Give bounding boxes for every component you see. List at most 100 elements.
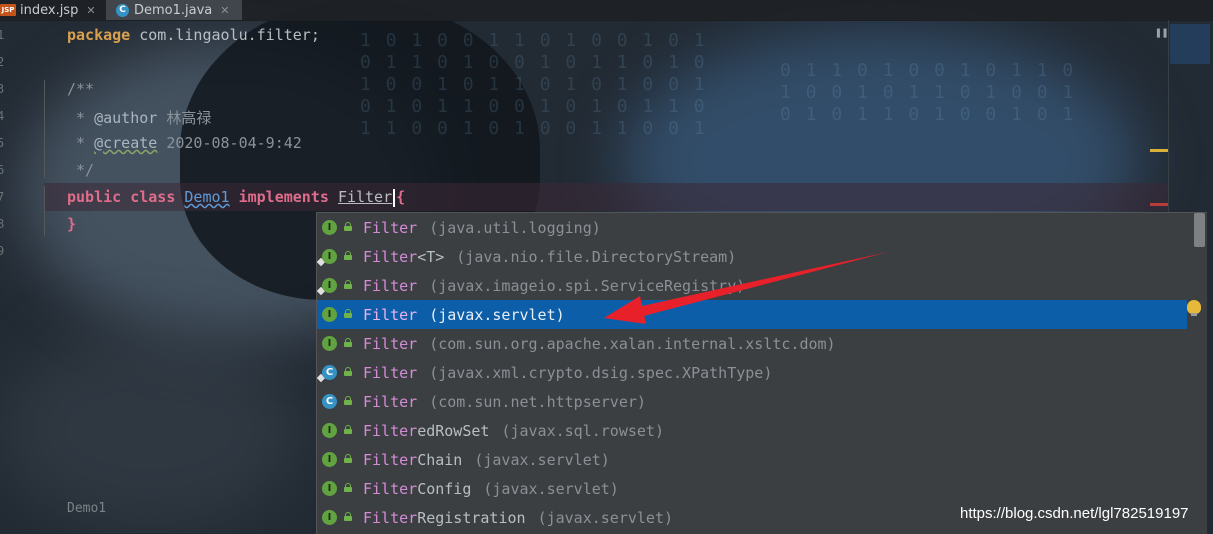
matched-text: Filter bbox=[363, 450, 418, 469]
package-hint: (javax.imageio.spi.ServiceRegistry) bbox=[429, 276, 746, 295]
matched-text: Filter bbox=[363, 421, 418, 440]
lock-icon bbox=[344, 338, 352, 347]
comment-prefix: * bbox=[67, 134, 95, 152]
completion-label: Filter (com.sun.net.httpserver) bbox=[363, 393, 646, 411]
lock-icon bbox=[344, 280, 352, 289]
package-hint: (javax.xml.crypto.dsig.spec.XPathType) bbox=[429, 363, 773, 382]
completion-item[interactable]: C Filter (com.sun.net.httpserver) bbox=[317, 387, 1187, 416]
matched-text: Filter bbox=[363, 479, 418, 498]
completion-label: FilterRegistration (javax.servlet) bbox=[363, 509, 673, 527]
package-hint: (javax.servlet) bbox=[537, 508, 674, 527]
minimap[interactable] bbox=[1170, 24, 1210, 64]
completion-item[interactable]: I FilterChain (javax.servlet) bbox=[317, 445, 1187, 474]
class-name: Demo1 bbox=[184, 188, 230, 206]
lock-icon bbox=[344, 425, 352, 434]
text-caret bbox=[393, 188, 396, 207]
matched-text: Filter bbox=[363, 508, 418, 527]
tab-label: Demo1.java bbox=[134, 2, 213, 18]
code-line-doc-open[interactable]: /** bbox=[67, 80, 94, 98]
interface-icon: I bbox=[322, 510, 337, 525]
code-line-package[interactable]: package com.lingaolu.filter; bbox=[67, 26, 320, 44]
interface-icon: I bbox=[322, 249, 337, 264]
line-number: 5 bbox=[0, 136, 5, 150]
code-line-doc-close[interactable]: */ bbox=[67, 161, 94, 179]
editor-tab-bar: JSP index.jsp ✕ C Demo1.java ✕ bbox=[0, 0, 1213, 21]
completion-item[interactable]: I Filter (javax.imageio.spi.ServiceRegist… bbox=[317, 271, 1187, 300]
completion-item[interactable]: I Filter<T> (java.nio.file.DirectoryStrea… bbox=[317, 242, 1187, 271]
java-class-icon: C bbox=[116, 3, 129, 17]
package-hint: (javax.servlet) bbox=[429, 305, 565, 324]
completion-scrollbar[interactable] bbox=[1194, 213, 1205, 247]
lock-icon bbox=[344, 483, 352, 492]
keyword: class bbox=[130, 188, 176, 206]
completion-item[interactable]: C Filter (javax.xml.crypto.dsig.spec.XPat… bbox=[317, 358, 1187, 387]
jsp-file-icon: JSP bbox=[0, 4, 16, 16]
create-value: 2020-08-04-9:42 bbox=[157, 134, 302, 152]
typed-text: Filter bbox=[337, 188, 393, 206]
completion-item[interactable]: I Filter (com.sun.org.apache.xalan.intern… bbox=[317, 329, 1187, 358]
line-number: 6 bbox=[0, 163, 5, 177]
rest-text: Registration bbox=[417, 508, 526, 527]
class-icon: C bbox=[322, 394, 337, 409]
completion-label: Filter (javax.xml.crypto.dsig.spec.XPathT… bbox=[363, 364, 772, 382]
line-number: 7 bbox=[0, 190, 5, 204]
keyword: implements bbox=[238, 188, 329, 206]
package-hint: (com.sun.org.apache.xalan.internal.xsltc… bbox=[429, 334, 836, 353]
completion-label: Filter<T> (java.nio.file.DirectoryStream) bbox=[363, 248, 736, 266]
completion-item[interactable]: I FilterConfig (javax.servlet) bbox=[317, 474, 1187, 503]
rest-text: Chain bbox=[417, 450, 463, 469]
matched-text: Filter bbox=[363, 218, 418, 237]
rest-text: edRowSet bbox=[417, 421, 490, 440]
lock-icon bbox=[344, 251, 352, 260]
breadcrumb[interactable]: Demo1 bbox=[67, 501, 106, 516]
tab-label: index.jsp bbox=[20, 2, 79, 18]
javadoc-tag: @create bbox=[94, 134, 158, 152]
pause-icon[interactable]: ❚❚ bbox=[1155, 26, 1168, 39]
lightbulb-icon[interactable] bbox=[1187, 300, 1201, 316]
line-number: 1 bbox=[0, 28, 5, 42]
interface-icon: I bbox=[322, 423, 337, 438]
close-icon[interactable]: ✕ bbox=[220, 4, 229, 17]
line-number: 8 bbox=[0, 217, 5, 231]
interface-icon: I bbox=[322, 278, 337, 293]
line-number: 3 bbox=[0, 82, 5, 96]
completion-label: FilterConfig (javax.servlet) bbox=[363, 480, 619, 498]
matched-text: Filter bbox=[363, 392, 418, 411]
javadoc-tag: @author bbox=[94, 109, 158, 127]
matched-text: Filter bbox=[363, 276, 418, 295]
code-line-create[interactable]: * @create 2020-08-04-9:42 bbox=[67, 134, 302, 152]
brace: { bbox=[396, 188, 406, 206]
code-line-class-decl[interactable]: public class Demo1 implements Filter{ bbox=[67, 188, 405, 207]
completion-item[interactable]: I FilteredRowSet (javax.sql.rowset) bbox=[317, 416, 1187, 445]
completion-item-selected[interactable]: I Filter (javax.servlet) bbox=[317, 300, 1187, 329]
error-marker[interactable] bbox=[1150, 203, 1168, 206]
tab-index-jsp[interactable]: JSP index.jsp ✕ bbox=[0, 0, 104, 20]
lock-icon bbox=[344, 309, 352, 318]
class-icon: C bbox=[322, 365, 337, 380]
close-icon[interactable]: ✕ bbox=[86, 4, 95, 17]
code-line-author[interactable]: * @author 林高禄 bbox=[67, 107, 211, 128]
line-number-gutter: 1 2 3 4 5 6 7 8 9 bbox=[0, 21, 44, 501]
completion-item[interactable]: I Filter (java.util.logging) bbox=[317, 213, 1187, 242]
lock-icon bbox=[344, 222, 352, 231]
line-number: 9 bbox=[0, 244, 5, 258]
tab-demo1-java[interactable]: C Demo1.java ✕ bbox=[106, 0, 242, 20]
lock-icon bbox=[344, 396, 352, 405]
code-completion-popup[interactable]: I Filter (java.util.logging) I Filter<T>(… bbox=[316, 212, 1207, 534]
code-line-close-brace[interactable]: } bbox=[67, 215, 76, 233]
watermark-text: https://blog.csdn.net/lgl782519197 bbox=[960, 505, 1189, 522]
fold-guide bbox=[44, 80, 45, 178]
interface-icon: I bbox=[322, 481, 337, 496]
package-hint: (com.sun.net.httpserver) bbox=[429, 392, 646, 411]
keyword: public bbox=[67, 188, 122, 206]
keyword: package bbox=[67, 26, 131, 44]
completion-label: FilterChain (javax.servlet) bbox=[363, 451, 610, 469]
matched-text: Filter bbox=[363, 363, 418, 382]
completion-label: FilteredRowSet (javax.sql.rowset) bbox=[363, 422, 664, 440]
matched-text: Filter bbox=[363, 247, 418, 266]
completion-label: Filter (com.sun.org.apache.xalan.internal… bbox=[363, 335, 836, 353]
lock-icon bbox=[344, 367, 352, 376]
matched-text: Filter bbox=[363, 305, 418, 324]
warning-marker[interactable] bbox=[1150, 149, 1168, 152]
rest-text: Config bbox=[417, 479, 472, 498]
